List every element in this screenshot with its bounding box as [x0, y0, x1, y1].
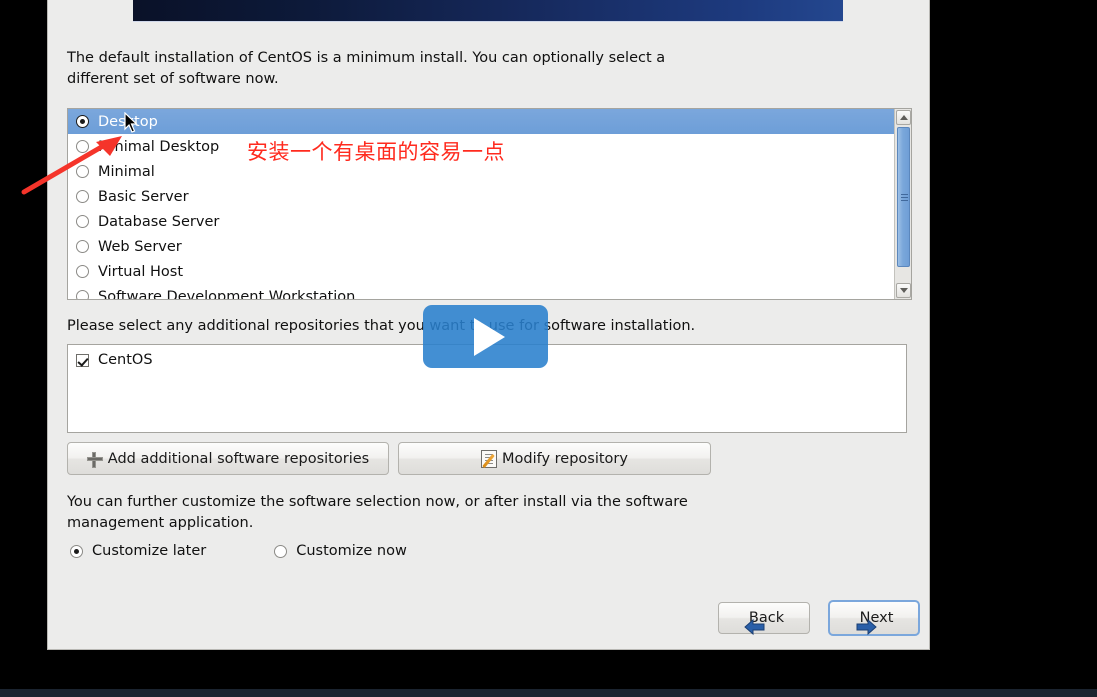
- document-edit-icon: [481, 449, 497, 468]
- list-scrollbar[interactable]: [894, 109, 911, 299]
- customize-text: You can further customize the software s…: [67, 494, 688, 531]
- list-item-label: Basic Server: [98, 188, 189, 205]
- customize-later-option[interactable]: Customize later: [70, 543, 206, 559]
- customize-options: Customize later Customize now: [70, 543, 407, 559]
- list-item[interactable]: Web Server: [68, 234, 896, 259]
- add-repository-button[interactable]: Add additional software repositories: [67, 442, 389, 475]
- add-repository-label: Add additional software repositories: [107, 450, 370, 467]
- scroll-down-icon[interactable]: [896, 283, 911, 298]
- list-item-label: Database Server: [98, 213, 220, 230]
- list-item-label: Desktop: [98, 113, 158, 130]
- radio-icon[interactable]: [76, 190, 89, 203]
- header-banner: [133, 0, 843, 22]
- screen: The default installation of CentOS is a …: [0, 0, 1097, 697]
- modify-repository-button[interactable]: Modify repository: [398, 442, 711, 475]
- radio-icon[interactable]: [76, 165, 89, 178]
- list-item-label: Minimal Desktop: [98, 138, 220, 155]
- list-item[interactable]: Software Development Workstation: [68, 284, 896, 300]
- annotation-note: 安装一个有桌面的容易一点: [247, 140, 505, 164]
- customize-now-option[interactable]: Customize now: [274, 543, 407, 559]
- intro-text: The default installation of CentOS is a …: [67, 50, 666, 87]
- list-item-label: Software Development Workstation: [98, 288, 356, 300]
- scrollbar-thumb[interactable]: [897, 127, 910, 267]
- list-item-label: Minimal: [98, 163, 155, 180]
- radio-icon[interactable]: [76, 265, 89, 278]
- repository-name: CentOS: [98, 352, 153, 368]
- scroll-up-icon[interactable]: [896, 110, 911, 125]
- radio-icon[interactable]: [76, 290, 89, 299]
- next-button[interactable]: Next: [828, 600, 920, 636]
- radio-icon[interactable]: [76, 140, 89, 153]
- radio-icon[interactable]: [70, 544, 83, 558]
- customize-later-label: Customize later: [92, 543, 207, 559]
- list-item[interactable]: Basic Server: [68, 184, 896, 209]
- back-button[interactable]: Back: [718, 602, 810, 636]
- radio-icon[interactable]: [76, 240, 89, 253]
- list-item[interactable]: Virtual Host: [68, 259, 896, 284]
- modify-repository-label: Modify repository: [502, 450, 628, 467]
- plus-icon: [86, 451, 103, 468]
- customize-now-label: Customize now: [296, 543, 407, 559]
- list-item-label: Web Server: [98, 238, 182, 255]
- bottom-strip: [0, 689, 1097, 697]
- list-item[interactable]: Desktop: [68, 109, 896, 134]
- play-button[interactable]: [423, 305, 548, 368]
- list-item-label: Virtual Host: [98, 263, 184, 280]
- list-item[interactable]: Database Server: [68, 209, 896, 234]
- checkbox-icon[interactable]: [76, 353, 89, 367]
- radio-icon[interactable]: [76, 215, 89, 228]
- play-triangle-icon: [474, 317, 505, 356]
- repository-label: Please select any additional repositorie…: [67, 318, 696, 334]
- radio-icon[interactable]: [274, 544, 288, 558]
- radio-icon[interactable]: [76, 115, 89, 128]
